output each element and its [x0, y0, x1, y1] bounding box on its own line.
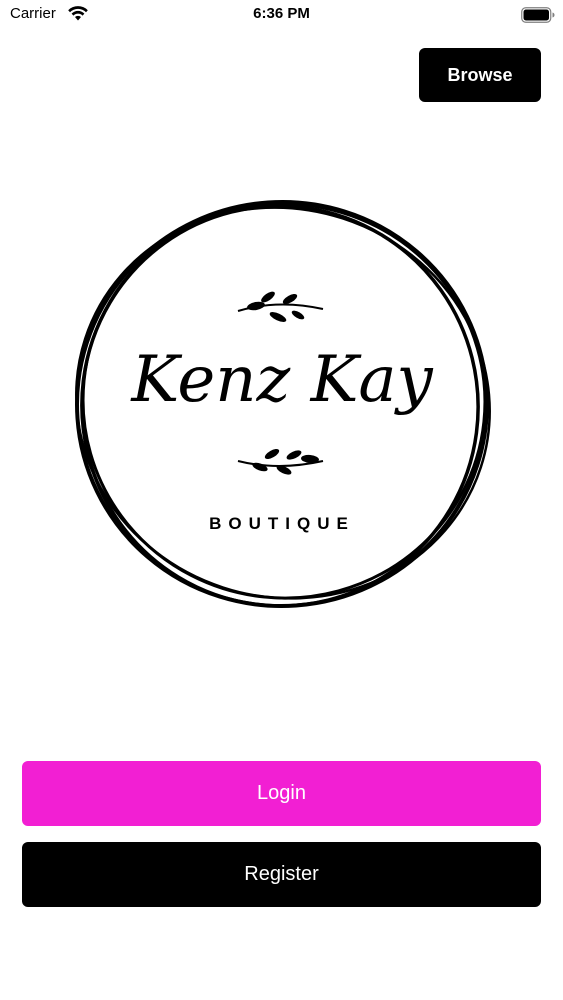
brand-logo-graphic: Kenz Kay BOUTIQUE: [75, 199, 491, 609]
leaf-sprig-icon: [237, 291, 324, 322]
app-screen: Carrier 6:36 PM Browse Kenz Kay BOUTIQUE…: [0, 0, 563, 1000]
status-time: 6:36 PM: [253, 5, 310, 22]
status-bar: Carrier 6:36 PM: [0, 0, 563, 30]
login-button[interactable]: Login: [22, 761, 541, 826]
register-button[interactable]: Register: [22, 842, 541, 907]
browse-button[interactable]: Browse: [419, 48, 541, 102]
brand-name: Kenz Kay: [130, 343, 433, 417]
leaf-sprig-icon: [237, 448, 324, 475]
battery-icon: [521, 7, 555, 23]
brand-subtitle: BOUTIQUE: [209, 514, 355, 533]
brand-logo: Kenz Kay BOUTIQUE: [70, 193, 494, 613]
